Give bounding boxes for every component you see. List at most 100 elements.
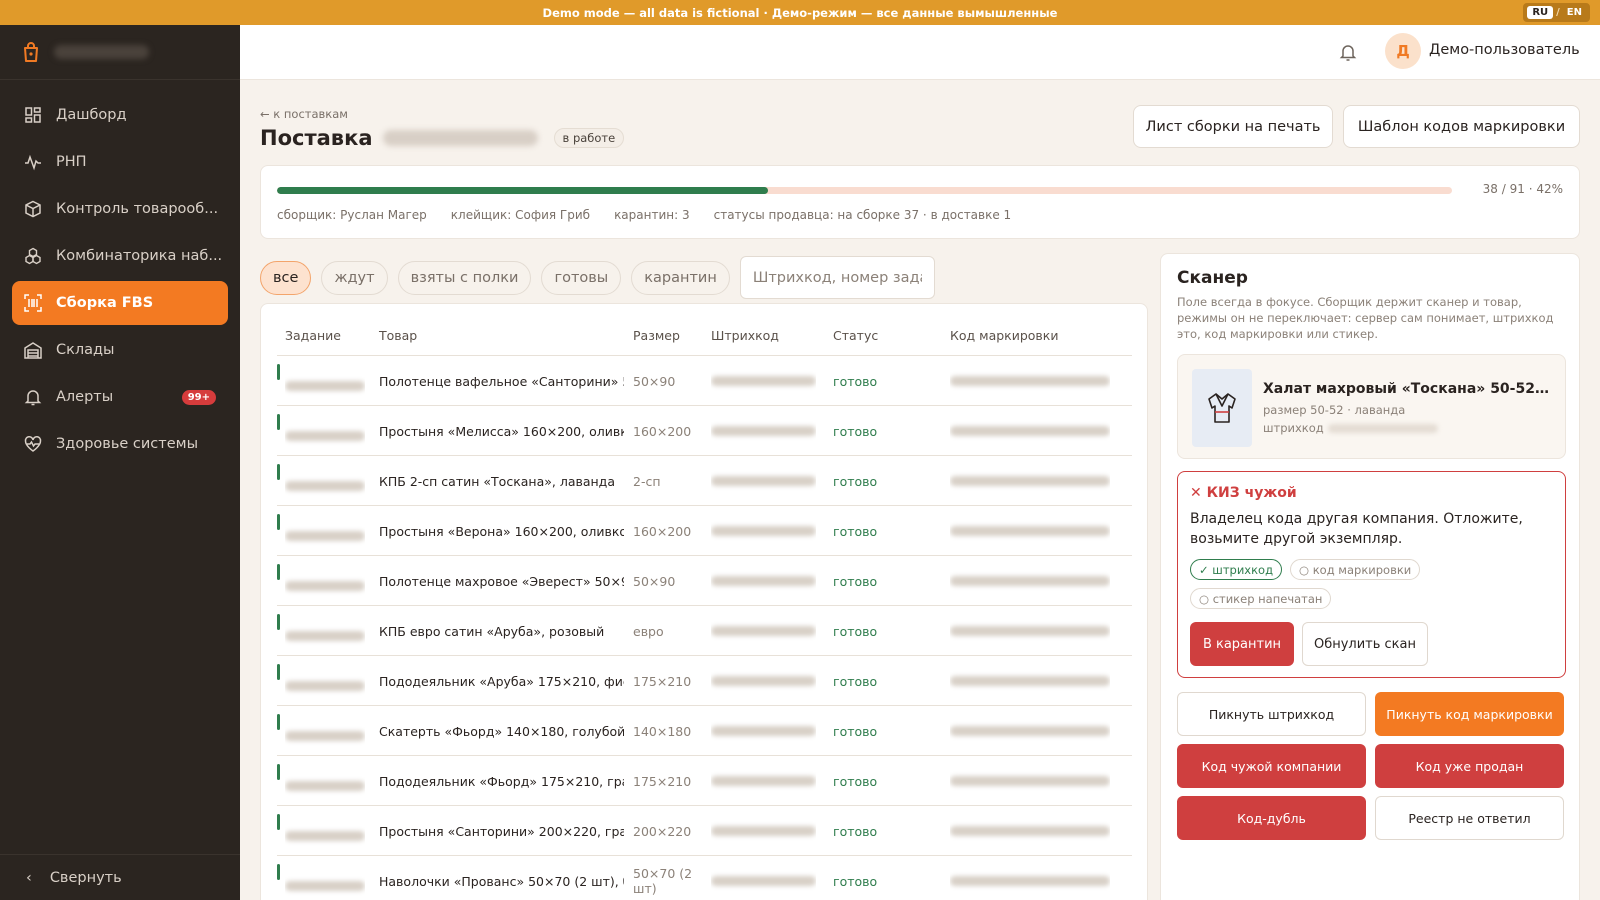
reset-scan-button[interactable]: Обнулить скан	[1302, 622, 1428, 666]
table-row[interactable]: КПБ 2-сп сатин «Тоскана», лаванда 2-сп гот…	[277, 456, 1132, 506]
sidebar-item-alerts[interactable]: Алерты 99+	[12, 375, 228, 419]
sidebar-item-turnover-control[interactable]: Контроль товарооб...	[12, 187, 228, 231]
bell-icon	[24, 390, 42, 406]
lang-en[interactable]: EN	[1563, 6, 1586, 19]
sidebar-item-system-health[interactable]: Здоровье системы	[12, 422, 228, 466]
scanned-item-barcode: штрихкод	[1263, 419, 1438, 437]
task-number-redacted	[285, 406, 365, 456]
scanner-title: Сканер	[1177, 268, 1248, 288]
row-status: готово	[833, 523, 878, 539]
sidebar-item-bundle-combinatorics[interactable]: Комбинаторика наб...	[12, 234, 228, 278]
scan-error-alert: ✕ КИЗ чужой Владелец кода другая компани…	[1177, 471, 1566, 678]
row-size: 50×90	[633, 373, 676, 389]
pick-barcode-button[interactable]: Пикнуть штрихкод	[1177, 692, 1366, 736]
column-marking-code: Код маркировки	[950, 328, 1059, 343]
filter-ready[interactable]: готовы	[541, 260, 622, 295]
brand[interactable]	[0, 25, 240, 80]
to-quarantine-button[interactable]: В карантин	[1190, 622, 1294, 666]
table-row[interactable]: Полотенце махровое «Эверест» 50×9... 50×9…	[277, 556, 1132, 606]
row-status-marker	[277, 814, 280, 830]
filter-quarantine[interactable]: карантин	[631, 260, 730, 295]
barcode-scan-icon	[24, 294, 42, 312]
table-row[interactable]: Простыня «Санторини» 200×220, гра... 200×…	[277, 806, 1132, 856]
task-number-redacted	[285, 506, 365, 556]
task-search-input[interactable]	[739, 256, 935, 299]
chevron-left-icon: ‹	[26, 869, 32, 886]
lang-ru[interactable]: RU	[1527, 6, 1554, 19]
code-already-sold-button[interactable]: Код уже продан	[1375, 744, 1564, 788]
column-size: Размер	[633, 328, 680, 343]
row-product: Полотенце вафельное «Санторини» 5...	[379, 373, 624, 389]
pulse-icon	[25, 154, 41, 171]
tasks-table: Задание Товар Размер Штрихкод Статус Код…	[260, 303, 1148, 900]
print-assembly-sheet-button[interactable]: Лист сборки на печать	[1133, 105, 1333, 148]
column-task: Задание	[285, 328, 341, 343]
task-number-redacted	[285, 856, 365, 900]
duplicate-code-button[interactable]: Код-дубль	[1177, 796, 1366, 840]
foreign-company-code-button[interactable]: Код чужой компании	[1177, 744, 1366, 788]
marking-code-redacted	[950, 456, 1110, 506]
table-row[interactable]: Наволочки «Прованс» 50×70 (2 шт), б... 50…	[277, 856, 1132, 900]
heart-pulse-icon	[24, 436, 42, 452]
row-size: 200×220	[633, 823, 692, 839]
row-size: 175×210	[633, 773, 692, 789]
marking-code-redacted	[950, 806, 1110, 856]
scanner-panel: Сканер Поле всегда в фокусе. Сборщик дер…	[1160, 253, 1580, 900]
barcode-redacted	[711, 706, 816, 756]
language-switcher[interactable]: RU / EN	[1523, 3, 1590, 22]
notifications-bell-icon[interactable]	[1338, 42, 1358, 62]
table-row[interactable]: КПБ евро сатин «Аруба», розовый евро готов…	[277, 606, 1132, 656]
task-number-redacted	[285, 706, 365, 756]
sidebar-item-fbs-assembly[interactable]: Сборка FBS	[12, 281, 228, 325]
sidebar-item-label: Комбинаторика наб...	[56, 248, 223, 264]
pick-marking-code-button[interactable]: Пикнуть код маркировки	[1375, 692, 1564, 736]
sidebar-item-warehouses[interactable]: Склады	[12, 328, 228, 372]
sidebar-item-label: РНП	[56, 154, 87, 170]
filter-waiting[interactable]: ждут	[321, 260, 388, 295]
sidebar-collapse-button[interactable]: ‹ Свернуть	[0, 854, 240, 900]
marking-code-redacted	[950, 606, 1110, 656]
table-row[interactable]: Пододеяльник «Аруба» 175×210, фиста... 17…	[277, 656, 1132, 706]
marking-code-redacted	[950, 756, 1110, 806]
filter-all[interactable]: все	[260, 260, 312, 295]
progress-count: 38 / 91 · 42%	[1482, 182, 1563, 196]
user-avatar[interactable]: Д	[1385, 33, 1421, 69]
alert-text: Владелец кода другая компания. Отложите,…	[1190, 511, 1523, 547]
sidebar-item-label: Дашборд	[56, 107, 127, 123]
marking-code-redacted	[950, 356, 1110, 406]
row-status: готово	[833, 873, 878, 889]
page-title: Поставка в работе	[260, 126, 625, 150]
row-status: готово	[833, 673, 878, 689]
task-number-redacted	[285, 556, 365, 606]
table-row[interactable]: Полотенце вафельное «Санторини» 5... 50×9…	[277, 356, 1132, 406]
progress-meta: сборщик: Руслан Магер клейщик: София Гри…	[277, 208, 1011, 222]
row-product: Простыня «Мелисса» 160×200, оливко...	[379, 423, 624, 439]
top-bar: Д Демо-пользователь	[240, 25, 1600, 80]
table-row[interactable]: Скатерть «Фьорд» 140×180, голубой 140×180…	[277, 706, 1132, 756]
scanner-description: Поле всегда в фокусе. Сборщик держит ска…	[1177, 295, 1554, 341]
quarantine-count: карантин: 3	[614, 208, 690, 222]
dashboard-icon	[25, 107, 41, 123]
task-number-redacted	[285, 756, 365, 806]
back-to-shipments-link[interactable]: ← к поставкам	[260, 107, 348, 121]
filter-picked[interactable]: взяты с полки	[397, 260, 532, 295]
user-name[interactable]: Демо-пользователь	[1429, 42, 1580, 58]
table-row[interactable]: Простыня «Верона» 160×200, оливков... 160…	[277, 506, 1132, 556]
scanned-item-size-color: размер 50-52 · лаванда	[1263, 403, 1406, 417]
table-row[interactable]: Простыня «Мелисса» 160×200, оливко... 160…	[277, 406, 1132, 456]
row-size: евро	[633, 623, 664, 639]
sidebar-item-rnp[interactable]: РНП	[12, 140, 228, 184]
table-row[interactable]: Пододеяльник «Фьорд» 175×210, граф... 175…	[277, 756, 1132, 806]
row-product: Пододеяльник «Аруба» 175×210, фиста...	[379, 673, 624, 689]
registry-no-answer-button[interactable]: Реестр не ответил	[1375, 796, 1564, 840]
row-product: Скатерть «Фьорд» 140×180, голубой	[379, 723, 624, 739]
marking-codes-template-button[interactable]: Шаблон кодов маркировки	[1343, 105, 1580, 148]
shipment-status-badge: в работе	[553, 128, 625, 148]
marking-code-redacted	[950, 706, 1110, 756]
lang-separator: /	[1556, 7, 1560, 18]
row-status: готово	[833, 423, 878, 439]
column-barcode: Штрихкод	[711, 328, 779, 343]
marking-code-redacted	[950, 656, 1110, 706]
sidebar-item-dashboard[interactable]: Дашборд	[12, 93, 228, 137]
row-status-marker	[277, 664, 280, 680]
